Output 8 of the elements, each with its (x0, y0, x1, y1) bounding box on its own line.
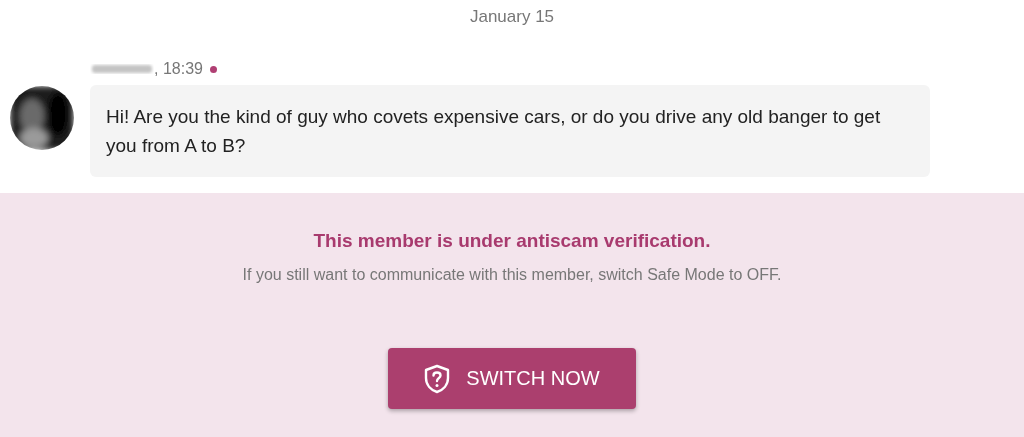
shield-question-icon (424, 363, 451, 394)
switch-now-button[interactable]: SWITCH NOW (388, 348, 636, 409)
blurred-name (90, 62, 154, 76)
date-divider: January 15 (468, 6, 556, 28)
notice-title: This member is under antiscam verification. (313, 230, 711, 252)
notice-text: If you still want to communicate with this member, switch Safe Mode to OFF. (242, 266, 782, 284)
message-time: , 18:39 (154, 60, 203, 78)
message-bubble: Hi! Are you the kind of guy who covets expensive cars, or do you drive any old banger to get you from A to B? (90, 85, 930, 177)
